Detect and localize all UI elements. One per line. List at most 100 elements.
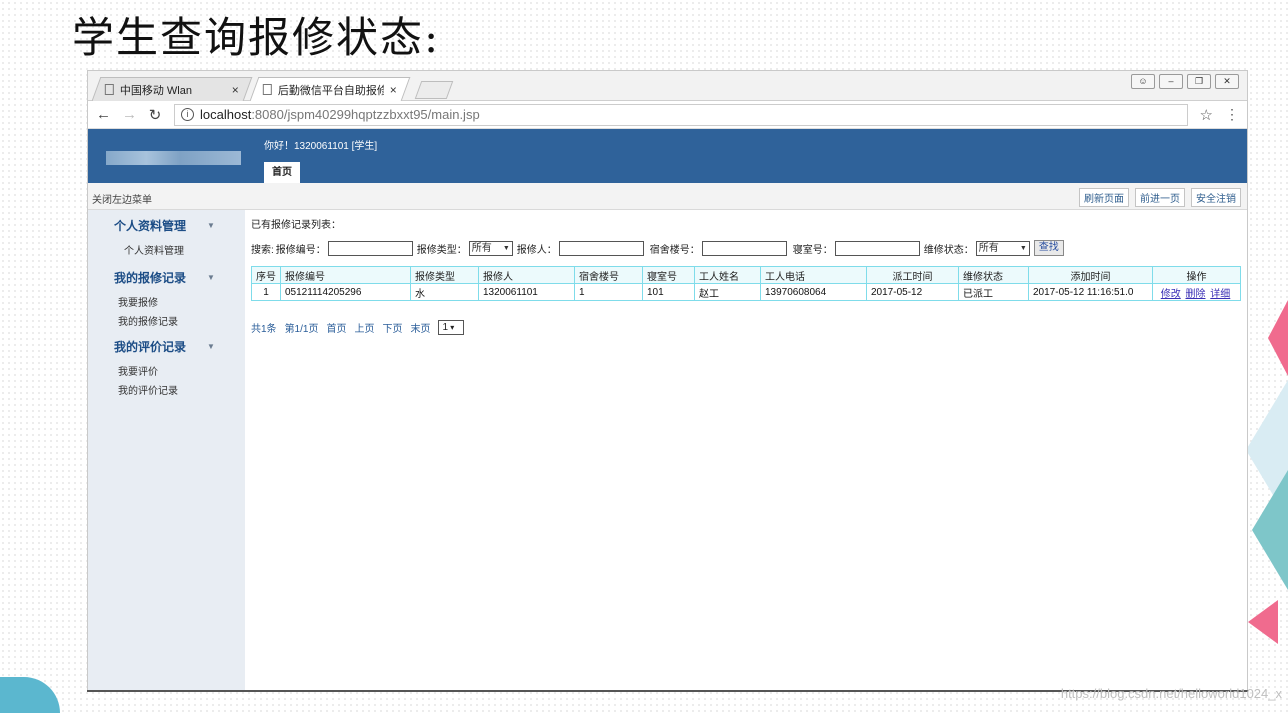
sidebar-group-reviews: 我的评价记录 ▼ 我要评价 我的评价记录 (88, 338, 245, 397)
delete-link[interactable]: 删除 (1186, 289, 1206, 300)
pager-prev-link[interactable]: 上页 (354, 320, 374, 335)
cell-worker-name: 赵工 (694, 283, 761, 301)
col-header: 工人电话 (760, 266, 867, 284)
sidebar-item-my-reviews[interactable]: 我的评价记录 (114, 382, 245, 397)
detail-link[interactable]: 详细 (1210, 289, 1230, 300)
repair-status-label: 维修状态： (923, 244, 974, 256)
decor-shape (0, 677, 60, 713)
close-icon[interactable]: × (232, 83, 239, 97)
sidebar-group-repairs: 我的报修记录 ▼ 我要报修 我的报修记录 (88, 269, 245, 328)
col-header: 报修编号 (280, 266, 411, 284)
page-select[interactable]: 1 (438, 320, 465, 335)
collapse-sidebar-link[interactable]: 关闭左边菜单 (92, 191, 152, 206)
pager-page: 第1/1页 (284, 324, 319, 335)
sidebar-item-new-review[interactable]: 我要评价 (114, 363, 245, 378)
col-header: 报修人 (478, 266, 575, 284)
sidebar-group-header[interactable]: 我的报修记录 ▼ (114, 269, 245, 286)
search-button[interactable]: 查找 (1033, 240, 1064, 256)
url-input[interactable]: i localhost:8080/jspm40299hqptzzbxxt95/m… (174, 103, 1188, 126)
document-icon (262, 84, 272, 95)
forward-page-button[interactable]: 前进一页 (1135, 188, 1185, 207)
sidebar-group-header[interactable]: 个人资料管理 ▼ (114, 217, 245, 234)
main-content: 已有报修记录列表： 搜索: 报修编号： 报修类型： 所有 报修人： 宿舍楼号： … (251, 210, 1241, 691)
repair-status-select[interactable]: 所有 (975, 240, 1030, 256)
repair-no-input[interactable] (327, 240, 413, 256)
sidebar-item-my-repairs[interactable]: 我的报修记录 (114, 313, 245, 328)
restore-icon[interactable]: ❐ (1187, 74, 1211, 89)
cell-index: 1 (251, 283, 281, 301)
close-icon[interactable]: × (390, 83, 397, 97)
col-header: 维修状态 (958, 266, 1029, 284)
pagination: 共1条 第1/1页 首页 上页 下页 末页 1 (251, 320, 465, 335)
url-host: localhost (200, 107, 252, 122)
cell-repair-no: 05121114205296 (280, 283, 411, 301)
sidebar: 个人资料管理 ▼ 个人资料管理 我的报修记录 ▼ 我要报修 我的报修记录 我的评… (88, 210, 245, 691)
dorm-building-input[interactable] (701, 240, 787, 256)
col-header: 添加时间 (1028, 266, 1153, 284)
decor-triangle (1248, 600, 1278, 644)
caret-down-icon: ▼ (207, 342, 215, 351)
room-no-input[interactable] (834, 240, 920, 256)
watermark: https://blog.csdn.net/helloworld1024_x (1060, 686, 1282, 701)
pager-next-link[interactable]: 下页 (382, 320, 402, 335)
url-path: :8080/jspm40299hqptzzbxxt95/main.jsp (251, 107, 480, 122)
col-header: 报修类型 (410, 266, 479, 284)
slide-title: 学生查询报修状态: (72, 13, 441, 62)
caret-down-icon: ▼ (207, 221, 215, 230)
tab-home[interactable]: 首页 (264, 162, 300, 183)
tab-label: 中国移动 Wlan (119, 84, 192, 97)
list-title: 已有报修记录列表： (251, 220, 341, 231)
pager-total: 共1条 (251, 324, 277, 335)
cell-repair-type: 水 (410, 283, 479, 301)
back-icon[interactable]: ← (96, 106, 111, 123)
browser-tab-repair[interactable]: 后勤微信平台自助报修系 × (249, 77, 411, 101)
repair-no-label: 报修编号： (275, 244, 326, 256)
refresh-page-button[interactable]: 刷新页面 (1079, 188, 1129, 207)
reload-icon[interactable]: ↻ (148, 106, 162, 124)
close-window-icon[interactable]: ✕ (1215, 74, 1239, 89)
tab-bar: 中国移动 Wlan × 后勤微信平台自助报修系 × ☺ – ❐ ✕ (88, 71, 1247, 101)
person-icon[interactable]: ☺ (1131, 74, 1155, 89)
cell-reporter: 1320061101 (478, 283, 575, 301)
bookmark-star-icon[interactable]: ☆ (1200, 106, 1213, 124)
decor-triangle (1252, 470, 1288, 590)
col-header: 序号 (251, 266, 281, 284)
info-icon[interactable]: i (181, 108, 194, 121)
pager-last-link[interactable]: 末页 (410, 320, 430, 335)
repair-records-table: 序号 报修编号 报修类型 报修人 宿舍楼号 寝室号 工人姓名 工人电话 派工时间… (251, 266, 1241, 301)
search-form: 搜索: 报修编号： 报修类型： 所有 报修人： 宿舍楼号： 寝室号： 维修状态：… (251, 240, 1064, 256)
logout-button[interactable]: 安全注销 (1191, 188, 1241, 207)
new-tab-button[interactable] (414, 81, 454, 99)
minimize-icon[interactable]: – (1159, 74, 1183, 89)
pager-first-link[interactable]: 首页 (326, 320, 346, 335)
repair-type-select[interactable]: 所有 (468, 240, 513, 256)
room-no-label: 寝室号： (792, 244, 833, 256)
sidebar-item-new-repair[interactable]: 我要报修 (114, 294, 245, 309)
site-logo-blurred (106, 151, 241, 165)
forward-icon[interactable]: → (122, 106, 137, 123)
table-header-row: 序号 报修编号 报修类型 报修人 宿舍楼号 寝室号 工人姓名 工人电话 派工时间… (251, 266, 1241, 284)
document-icon (104, 84, 114, 95)
more-menu-icon[interactable]: ⋮ (1225, 106, 1239, 123)
col-header: 宿舍楼号 (574, 266, 643, 284)
table-row: 1 05121114205296 水 1320061101 1 101 赵工 1… (251, 283, 1241, 301)
sidebar-group-header[interactable]: 我的评价记录 ▼ (114, 338, 245, 355)
edit-link[interactable]: 修改 (1161, 289, 1181, 300)
col-header: 操作 (1152, 266, 1241, 284)
sidebar-item-profile[interactable]: 个人资料管理 (114, 242, 245, 257)
address-bar-row: ← → ↻ i localhost:8080/jspm40299hqptzzbx… (88, 101, 1247, 129)
cell-actions: 修改 删除 详细 (1152, 283, 1241, 301)
cell-building: 1 (574, 283, 643, 301)
col-header: 派工时间 (866, 266, 959, 284)
cell-room: 101 (642, 283, 695, 301)
browser-tab-wlan[interactable]: 中国移动 Wlan × (91, 77, 253, 101)
dorm-building-label: 宿舍楼号： (649, 244, 700, 256)
user-greeting: 你好！1320061101 [学生] (264, 141, 378, 152)
window-controls: ☺ – ❐ ✕ (1131, 74, 1239, 89)
col-header: 工人姓名 (694, 266, 761, 284)
app-toolbar: 关闭左边菜单 刷新页面 前进一页 安全注销 (88, 183, 1247, 210)
col-header: 寝室号 (642, 266, 695, 284)
search-prefix-label: 搜索: (251, 244, 274, 256)
reporter-input[interactable] (558, 240, 644, 256)
browser-window: 中国移动 Wlan × 后勤微信平台自助报修系 × ☺ – ❐ ✕ ← → ↻ … (87, 70, 1248, 692)
